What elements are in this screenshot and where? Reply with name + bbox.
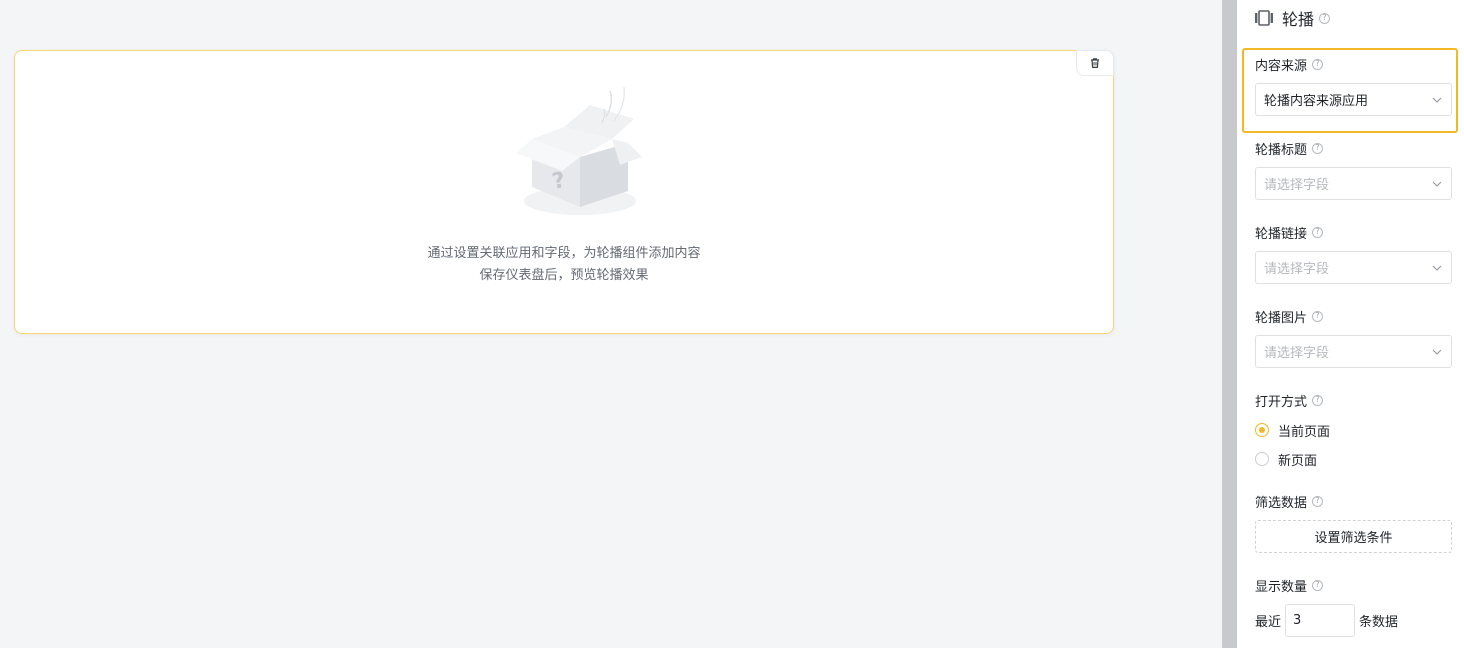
- empty-hint-line-1: 通过设置关联应用和字段，为轮播组件添加内容: [427, 246, 701, 261]
- help-icon[interactable]: ?: [1312, 226, 1324, 238]
- trash-icon: [1091, 58, 1099, 68]
- help-icon[interactable]: ?: [1312, 310, 1324, 322]
- carousel-title-placeholder: 请选择字段: [1264, 178, 1330, 193]
- carousel-image-select[interactable]: 请选择字段: [1255, 335, 1452, 368]
- carousel-link-select[interactable]: 请选择字段: [1255, 251, 1452, 284]
- chevron-down-icon: [1432, 265, 1442, 271]
- carousel-link-label: 轮播链接 ?: [1255, 222, 1324, 242]
- carousel-widget[interactable]: ? 通过设置关联应用和字段，为轮播组件添加内容 保存仪表盘后，预览轮播效果: [14, 50, 1114, 334]
- radio-checked-indicator[interactable]: [1255, 423, 1269, 437]
- help-icon[interactable]: ?: [1312, 58, 1324, 70]
- radio-new-page-label: 新页面: [1278, 453, 1318, 469]
- display-count-prefix: 最近: [1255, 615, 1282, 630]
- radio-unchecked-indicator[interactable]: [1255, 452, 1269, 466]
- carousel-link-placeholder: 请选择字段: [1264, 262, 1330, 277]
- display-count-label-text: 显示数量: [1255, 579, 1308, 595]
- empty-hint-line-2: 保存仪表盘后，预览轮播效果: [479, 268, 649, 283]
- empty-box-illustration: ?: [516, 86, 642, 215]
- dashboard-canvas: ? 通过设置关联应用和字段，为轮播组件添加内容 保存仪表盘后，预览轮播效果: [0, 0, 1222, 648]
- panel-divider[interactable]: [1222, 0, 1237, 648]
- display-count-row: 最近 条数据: [1255, 604, 1398, 637]
- carousel-icon: [1255, 10, 1273, 26]
- carousel-title-label-text: 轮播标题: [1255, 142, 1308, 158]
- filter-label: 筛选数据 ?: [1255, 491, 1324, 511]
- radio-current-page[interactable]: 当前页面: [1255, 421, 1331, 440]
- carousel-title-select[interactable]: 请选择字段: [1255, 167, 1452, 200]
- chevron-down-icon: [1432, 181, 1442, 187]
- content-source-label-text: 内容来源: [1255, 58, 1308, 74]
- carousel-link-label-text: 轮播链接: [1255, 226, 1308, 242]
- carousel-title-label: 轮播标题 ?: [1255, 138, 1324, 158]
- help-icon[interactable]: ?: [1312, 394, 1324, 406]
- panel-title: 轮播: [1282, 10, 1315, 29]
- chevron-down-icon: [1432, 97, 1442, 103]
- radio-current-page-label: 当前页面: [1278, 424, 1331, 440]
- help-icon[interactable]: ?: [1312, 579, 1324, 591]
- carousel-image-label: 轮播图片 ?: [1255, 306, 1324, 326]
- display-count-label: 显示数量 ?: [1255, 575, 1324, 595]
- chevron-down-icon: [1432, 349, 1442, 355]
- open-mode-label: 打开方式 ?: [1255, 390, 1324, 410]
- content-source-label: 内容来源 ?: [1255, 54, 1324, 74]
- display-count-input[interactable]: [1285, 604, 1356, 637]
- delete-widget-button[interactable]: [1076, 50, 1114, 76]
- help-icon[interactable]: ?: [1319, 12, 1331, 24]
- panel-header: 轮播 ?: [1254, 6, 1331, 30]
- radio-new-page[interactable]: 新页面: [1255, 450, 1318, 469]
- set-filter-button[interactable]: 设置筛选条件: [1255, 520, 1452, 553]
- filter-label-text: 筛选数据: [1255, 495, 1308, 511]
- settings-panel: 轮播 ? 内容来源 ? 轮播内容来源应用 轮播标题 ? 请选择字段 轮播链接 ?…: [1237, 0, 1464, 648]
- carousel-image-placeholder: 请选择字段: [1264, 346, 1330, 361]
- display-count-suffix: 条数据: [1359, 615, 1399, 630]
- content-source-select[interactable]: 轮播内容来源应用: [1255, 83, 1452, 116]
- open-mode-label-text: 打开方式: [1255, 394, 1308, 410]
- help-icon[interactable]: ?: [1312, 495, 1324, 507]
- help-icon[interactable]: ?: [1312, 142, 1324, 154]
- content-source-value: 轮播内容来源应用: [1264, 94, 1369, 109]
- carousel-image-label-text: 轮播图片: [1255, 310, 1308, 326]
